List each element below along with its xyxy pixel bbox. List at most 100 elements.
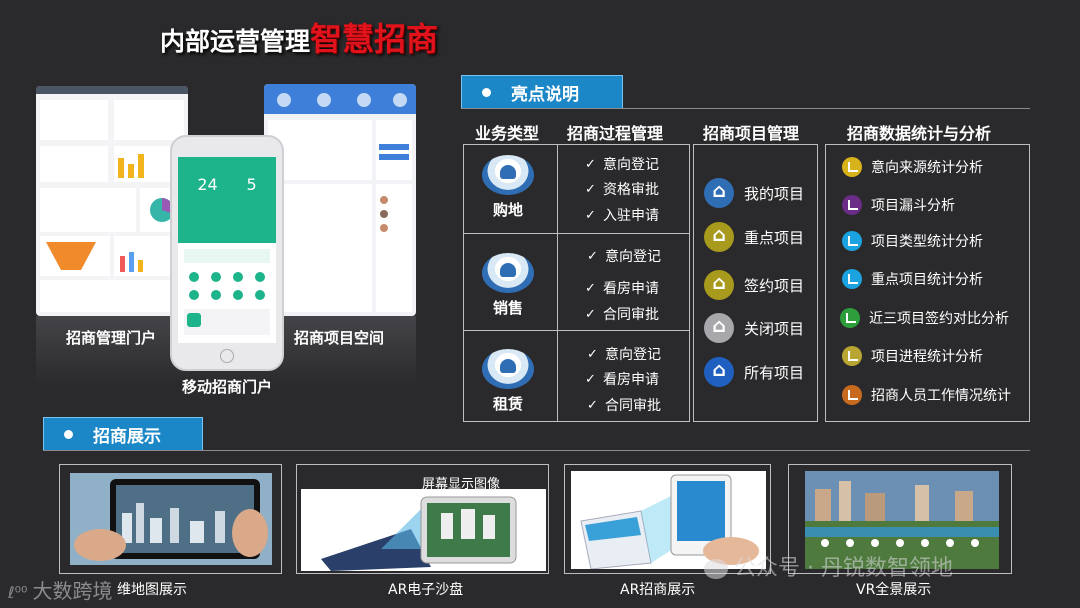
highlights-header: 亮点说明	[461, 75, 623, 109]
business-type-lease: 租赁	[461, 349, 555, 414]
mobile-caption: 移动招商门户	[182, 378, 273, 396]
home-icon	[704, 178, 734, 208]
chart-icon	[842, 157, 862, 177]
project-label: 我的项目	[744, 184, 805, 203]
business-type-purchase: 购地	[461, 155, 555, 220]
chart-icon	[842, 195, 862, 215]
process-item: ✓ 意向登记	[585, 154, 659, 174]
project-item-mine: 我的项目	[704, 178, 804, 208]
check-icon: ✓	[585, 371, 596, 387]
stat-label: 项目类型统计分析	[871, 234, 983, 250]
watermark-right-text: 公众号 · 丹锐数智领地	[734, 556, 953, 581]
stat-item: 项目进程统计分析	[842, 346, 983, 366]
process-item: ✓ 入驻申请	[585, 205, 659, 225]
process-item-label: 意向登记	[605, 249, 661, 265]
col-stats: 招商数据统计与分析	[847, 124, 992, 143]
check-icon: ✓	[587, 346, 598, 362]
project-item-all: 所有项目	[704, 357, 804, 387]
stat-label: 项目进程统计分析	[871, 349, 983, 365]
project-item-key: 重点项目	[704, 222, 804, 252]
title-white-part: 内部运营管理	[160, 27, 311, 56]
business-type-label: 购地	[492, 201, 523, 219]
watermark-left: ℓ⁰⁰ 大数跨境	[8, 575, 113, 604]
title-red-part: 智慧招商	[310, 20, 439, 58]
showcase-caption-ar-sandbox: AR电子沙盘	[388, 582, 464, 598]
bullet-icon	[64, 429, 73, 439]
process-item: ✓ 看房申请	[585, 369, 659, 389]
process-item: ✓ 看房申请	[585, 278, 659, 298]
space-caption: 招商项目空间	[294, 329, 385, 347]
showcase-header-label: 招商展示	[93, 426, 161, 447]
stat-label: 近三项目签约对比分析	[869, 311, 1009, 327]
phone-content-graphic	[184, 249, 270, 335]
process-item: ✓ 资格审批	[585, 179, 659, 199]
showcase-rule	[43, 450, 1030, 451]
showcase-caption-3d-map: 维地图展示	[117, 582, 187, 598]
check-icon: ✓	[585, 280, 596, 296]
tablet-map-image	[70, 473, 272, 565]
annotation-screen-image: 屏幕显示图像	[422, 477, 501, 492]
project-item-signed: 签约项目	[704, 270, 804, 300]
user-icon	[482, 349, 534, 389]
highlights-header-label: 亮点说明	[511, 84, 579, 105]
phone-number-right: 5	[246, 175, 257, 194]
wechat-icon	[704, 559, 728, 579]
process-item-label: 看房申请	[603, 372, 659, 388]
process-item-label: 意向登记	[605, 347, 661, 363]
stat-item: 项目漏斗分析	[842, 195, 955, 215]
showcase-caption-ar-promo: AR招商展示	[620, 582, 696, 598]
process-table-divider	[557, 144, 558, 422]
stat-item: 意向来源统计分析	[842, 157, 983, 177]
process-item: ✓ 合同审批	[587, 395, 661, 415]
watermark-logo-icon: ℓ⁰⁰	[8, 583, 33, 602]
process-item: ✓ 意向登记	[587, 344, 661, 364]
watermark-right: 公众号 · 丹锐数智领地	[704, 550, 953, 582]
home-icon	[704, 222, 734, 252]
showcase-box-ar-sandbox: 屏幕显示图像 物理沙盘全景	[296, 464, 549, 574]
project-label: 所有项目	[744, 363, 805, 382]
home-icon	[704, 270, 734, 300]
phone-screen: 24 5	[178, 157, 276, 343]
col-process: 招商过程管理	[567, 124, 664, 143]
highlights-rule	[461, 108, 1030, 109]
stat-label: 招商人员工作情况统计	[871, 388, 1011, 404]
chart-icon	[842, 346, 862, 366]
phone-number-left: 24	[197, 175, 218, 194]
stat-label: 项目漏斗分析	[871, 198, 955, 214]
business-type-sales: 销售	[461, 253, 555, 318]
project-label: 重点项目	[744, 228, 805, 247]
stat-item: 招商人员工作情况统计	[842, 385, 1011, 405]
check-icon: ✓	[585, 306, 596, 322]
project-space-graphic	[264, 84, 416, 312]
home-icon	[704, 357, 734, 387]
stat-label: 意向来源统计分析	[871, 160, 983, 176]
row-divider	[463, 233, 690, 234]
annotation-physical-sandbox: 物理沙盘全景	[319, 501, 398, 516]
stat-label: 重点项目统计分析	[871, 272, 983, 288]
col-projects: 招商项目管理	[703, 124, 800, 143]
showcase-box-3d-map	[59, 464, 282, 574]
portal-screenshot	[36, 86, 188, 316]
chart-icon	[840, 308, 860, 328]
process-item: ✓ 合同审批	[585, 304, 659, 324]
check-icon: ✓	[585, 156, 596, 172]
chart-icon	[842, 269, 862, 289]
stat-item: 重点项目统计分析	[842, 269, 983, 289]
process-item-label: 看房申请	[603, 281, 659, 297]
check-icon: ✓	[587, 397, 598, 413]
project-space-screenshot	[264, 84, 416, 316]
project-label: 关闭项目	[744, 319, 805, 338]
process-item-label: 入驻申请	[603, 208, 659, 224]
user-icon	[482, 155, 534, 195]
home-icon	[704, 313, 734, 343]
user-icon	[482, 253, 534, 293]
check-icon: ✓	[585, 181, 596, 197]
check-icon: ✓	[585, 207, 596, 223]
stat-item: 近三项目签约对比分析	[840, 308, 1009, 328]
portal-caption: 招商管理门户	[66, 329, 157, 347]
check-icon: ✓	[587, 248, 598, 264]
phone-header: 24 5	[178, 157, 276, 243]
watermark-left-text: 大数跨境	[32, 579, 113, 603]
page-title: 内部运营管理智慧招商	[160, 14, 438, 60]
row-divider	[463, 330, 690, 331]
